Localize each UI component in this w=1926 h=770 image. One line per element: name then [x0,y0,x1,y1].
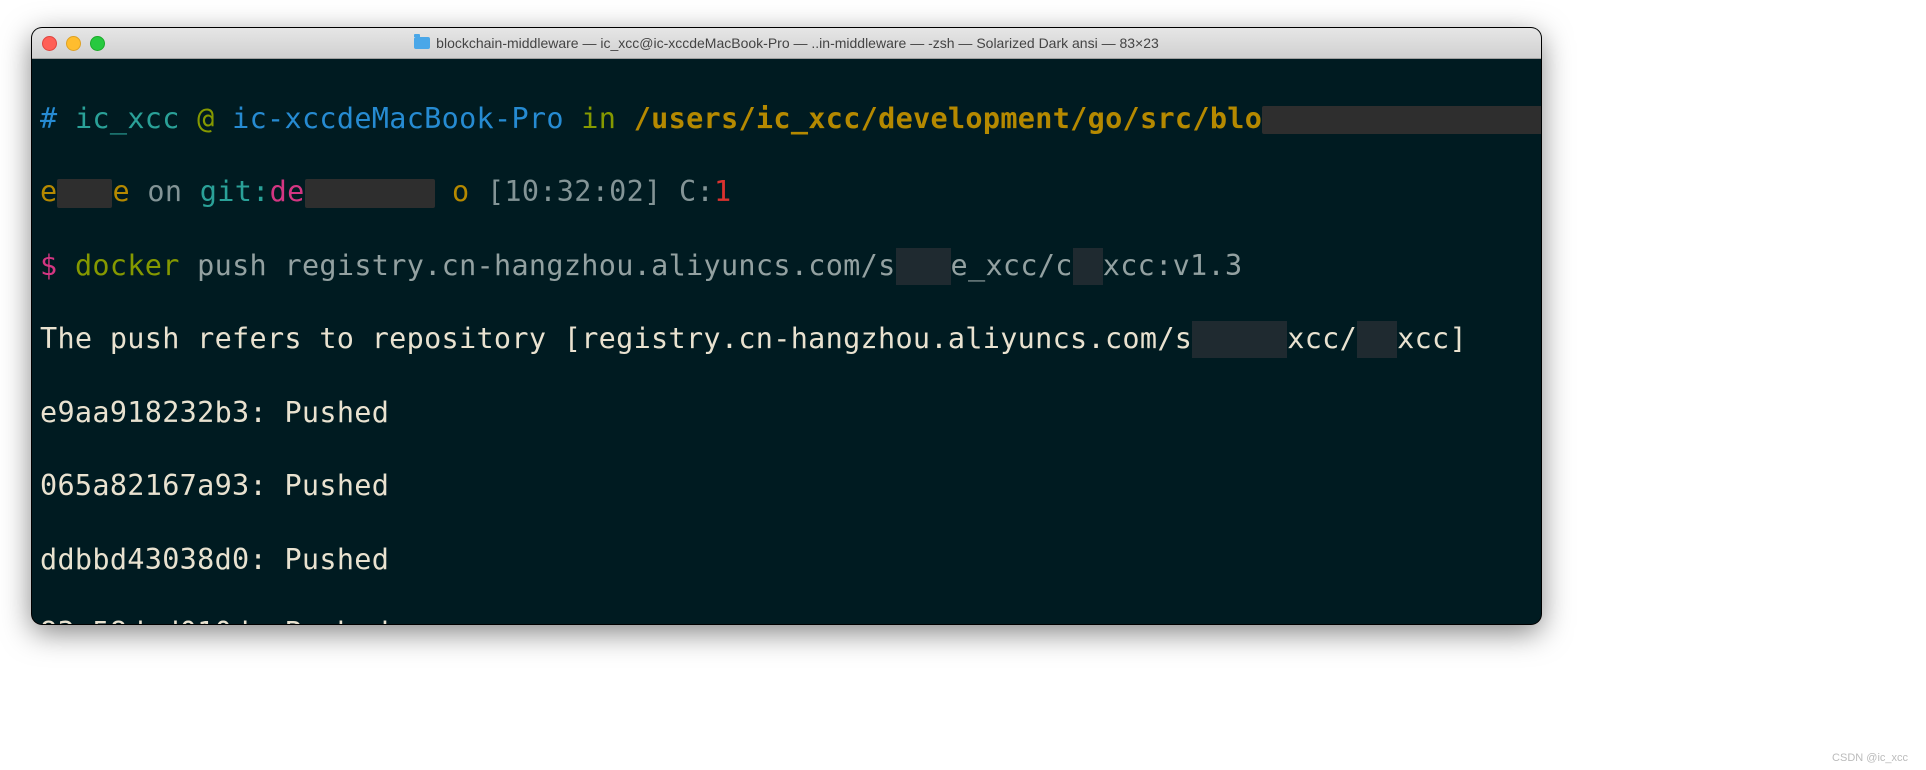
redacted [1262,106,1541,135]
window-title: blockchain-middleware — ic_xcc@ic-xccdeM… [32,35,1541,51]
layer-row: 83a58dcd010d: Pushed [40,615,1533,624]
command-line: $ docker push registry.cn-hangzhou.aliyu… [40,248,1533,285]
minimize-button[interactable] [66,36,81,51]
redacted [57,179,112,208]
redacted [1073,248,1103,285]
watermark: CSDN @ic_xcc [1832,752,1908,764]
redacted [896,248,951,285]
titlebar: blockchain-middleware — ic_xcc@ic-xccdeM… [32,28,1541,59]
redacted [1192,321,1287,358]
output-ref: The push refers to repository [registry.… [40,321,1533,358]
prompt-line-2: e e on git:de o [10:32:02] C:1 [40,174,1533,211]
prompt-line-1: # ic_xcc @ ic-xccdeMacBook-Pro in /users… [40,101,1533,138]
folder-icon [414,37,430,49]
layer-row: ddbbd43038d0: Pushed [40,542,1533,579]
terminal-window: blockchain-middleware — ic_xcc@ic-xccdeM… [32,28,1541,624]
layer-row: 065a82167a93: Pushed [40,468,1533,505]
title-text: blockchain-middleware — ic_xcc@ic-xccdeM… [436,35,1159,51]
layer-row: e9aa918232b3: Pushed [40,395,1533,432]
traffic-lights [42,36,105,51]
maximize-button[interactable] [90,36,105,51]
redacted [305,179,435,208]
redacted [1357,321,1397,358]
close-button[interactable] [42,36,57,51]
terminal-body[interactable]: # ic_xcc @ ic-xccdeMacBook-Pro in /users… [32,59,1541,624]
